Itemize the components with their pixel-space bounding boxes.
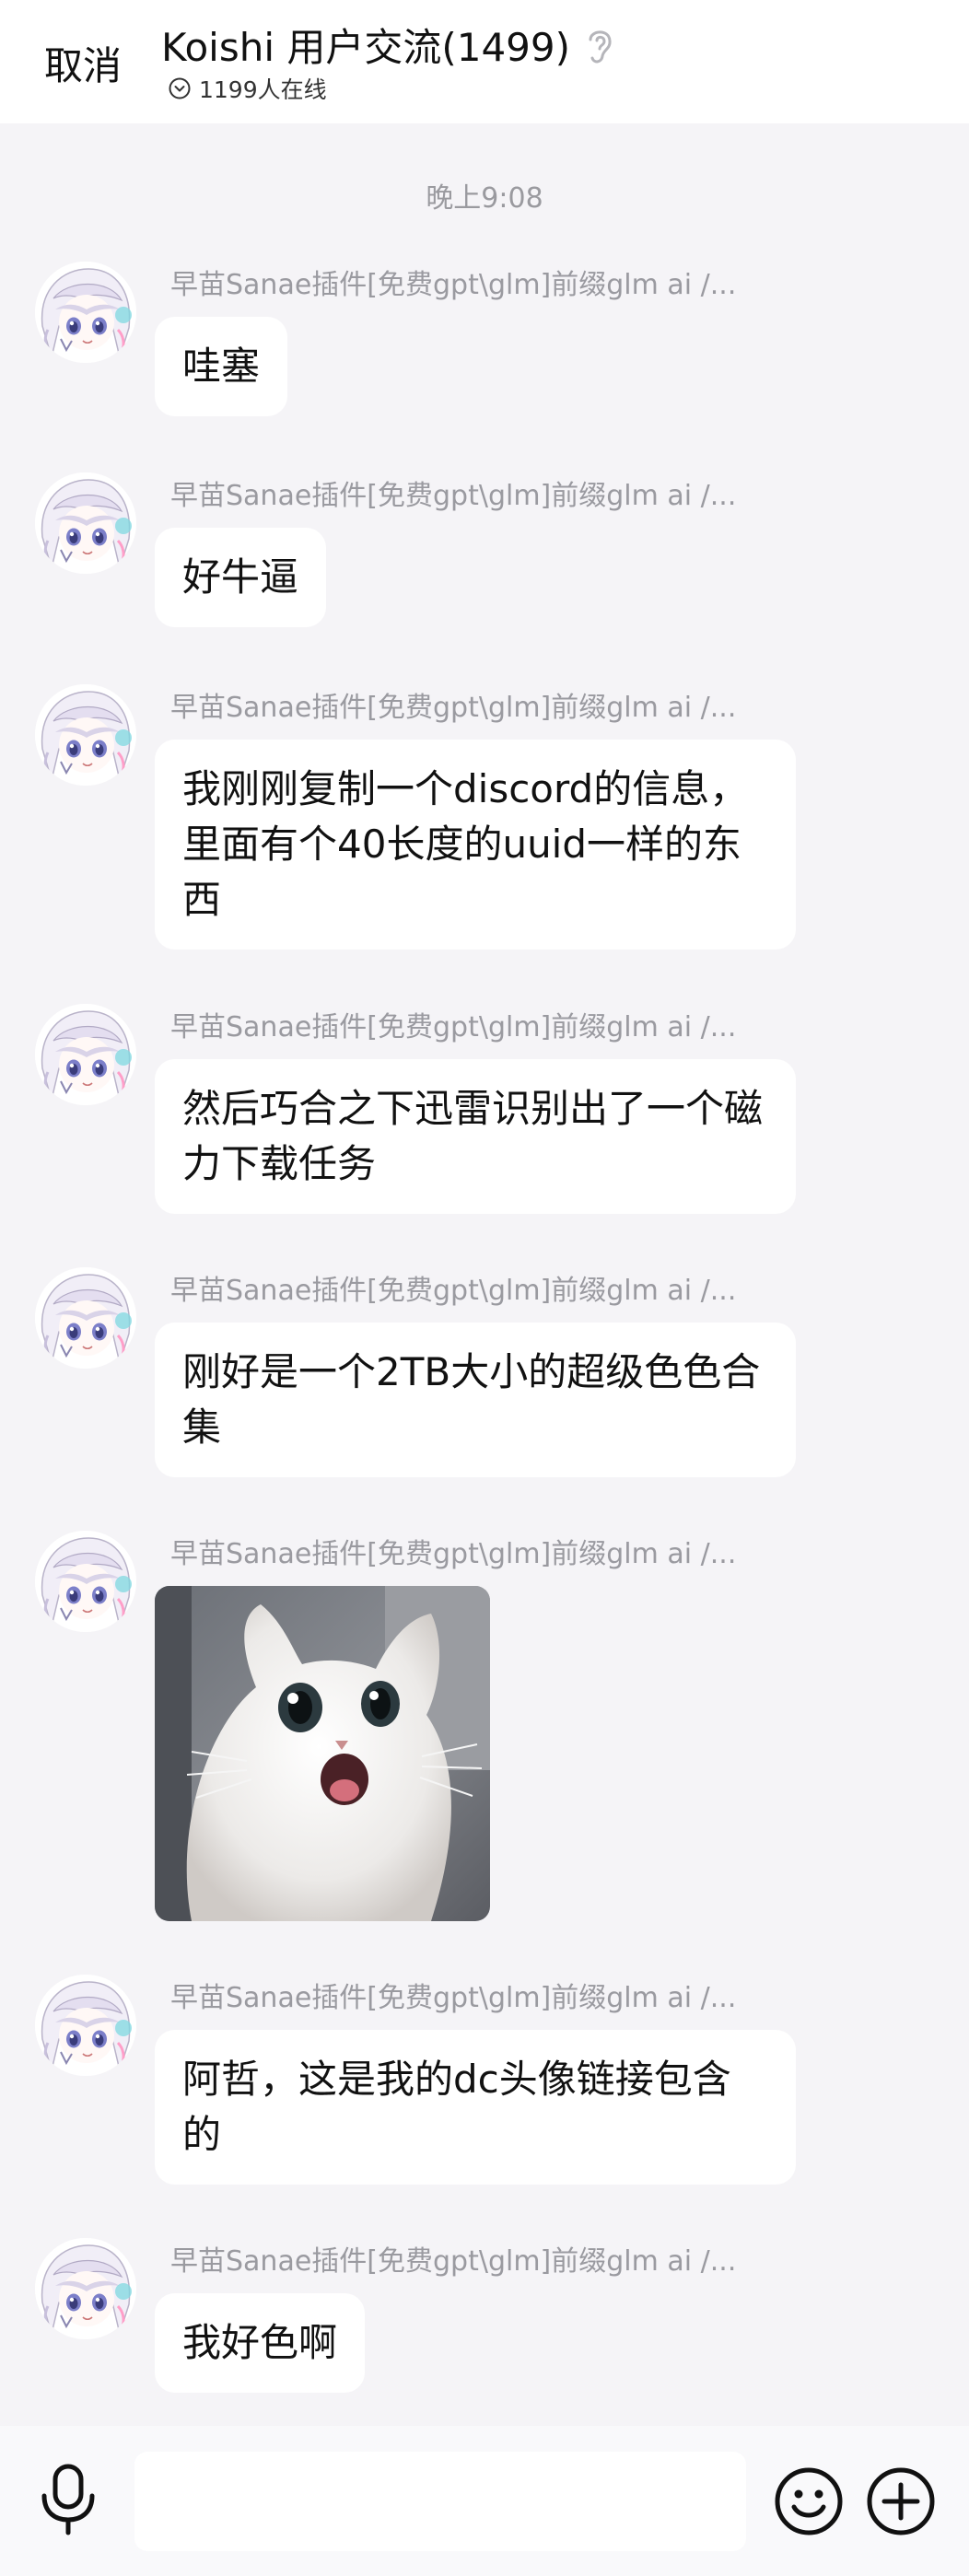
anime-avatar-icon xyxy=(35,1004,136,1105)
anime-avatar-icon xyxy=(35,472,136,574)
plus-icon[interactable] xyxy=(866,2466,936,2536)
message-bubble[interactable]: 我好色啊 xyxy=(155,2293,366,2393)
message-bubble[interactable]: 哇塞 xyxy=(155,317,288,416)
sender-name: 早苗Sanae插件[免费gpt\glm]前缀glm ai /... xyxy=(170,1011,737,1043)
image-message[interactable] xyxy=(155,1586,490,1921)
avatar[interactable] xyxy=(35,1267,136,1369)
sender-name: 早苗Sanae插件[免费gpt\glm]前缀glm ai /... xyxy=(170,269,737,301)
avatar[interactable] xyxy=(35,684,136,786)
message-bubble[interactable]: 我刚刚复制一个discord的信息，里面有个40长度的uuid一样的东西 xyxy=(155,740,796,950)
chevron-down-circle-icon xyxy=(168,76,192,100)
title-row: Koishi 用户交流(1499) xyxy=(161,17,616,73)
anime-avatar-icon xyxy=(35,684,136,786)
anime-avatar-icon xyxy=(35,1531,136,1632)
sender-name: 早苗Sanae插件[免费gpt\glm]前缀glm ai /... xyxy=(170,692,737,724)
avatar[interactable] xyxy=(35,1004,136,1105)
microphone-icon[interactable] xyxy=(37,2463,99,2538)
avatar[interactable] xyxy=(35,262,136,363)
time-divider: 晚上9:08 xyxy=(426,182,543,215)
cancel-button[interactable]: 取消 xyxy=(44,35,122,91)
chat-header: 取消 Koishi 用户交流(1499) 1199人在线 xyxy=(0,0,969,123)
sender-name: 早苗Sanae插件[免费gpt\glm]前缀glm ai /... xyxy=(170,480,737,512)
group-title[interactable]: Koishi 用户交流(1499) xyxy=(161,17,570,73)
anime-avatar-icon xyxy=(35,1975,136,2076)
anime-avatar-icon xyxy=(35,262,136,363)
avatar[interactable] xyxy=(35,472,136,574)
message-input[interactable] xyxy=(134,2452,746,2551)
input-bar xyxy=(0,2426,969,2576)
avatar[interactable] xyxy=(35,1975,136,2076)
sender-name: 早苗Sanae插件[免费gpt\glm]前缀glm ai /... xyxy=(170,1538,737,1570)
sender-name: 早苗Sanae插件[免费gpt\glm]前缀glm ai /... xyxy=(170,1982,737,2014)
message-bubble[interactable]: 刚好是一个2TB大小的超级色色合集 xyxy=(155,1323,796,1477)
anime-avatar-icon xyxy=(35,1267,136,1369)
online-count: 1199人在线 xyxy=(199,76,327,103)
anime-avatar-icon xyxy=(35,2238,136,2339)
sender-name: 早苗Sanae插件[免费gpt\glm]前缀glm ai /... xyxy=(170,2245,737,2278)
avatar[interactable] xyxy=(35,2238,136,2339)
message-bubble[interactable]: 好牛逼 xyxy=(155,528,327,627)
emoji-icon[interactable] xyxy=(774,2466,844,2536)
avatar[interactable] xyxy=(35,1531,136,1632)
ear-icon[interactable] xyxy=(583,25,616,65)
online-status[interactable]: 1199人在线 xyxy=(168,72,327,105)
message-bubble[interactable]: 阿哲，这是我的dc头像链接包含的 xyxy=(155,2030,796,2185)
message-bubble[interactable]: 然后巧合之下迅雷识别出了一个磁力下载任务 xyxy=(155,1059,796,1214)
cat-photo-icon xyxy=(155,1586,490,1921)
sender-name: 早苗Sanae插件[免费gpt\glm]前缀glm ai /... xyxy=(170,1275,737,1307)
